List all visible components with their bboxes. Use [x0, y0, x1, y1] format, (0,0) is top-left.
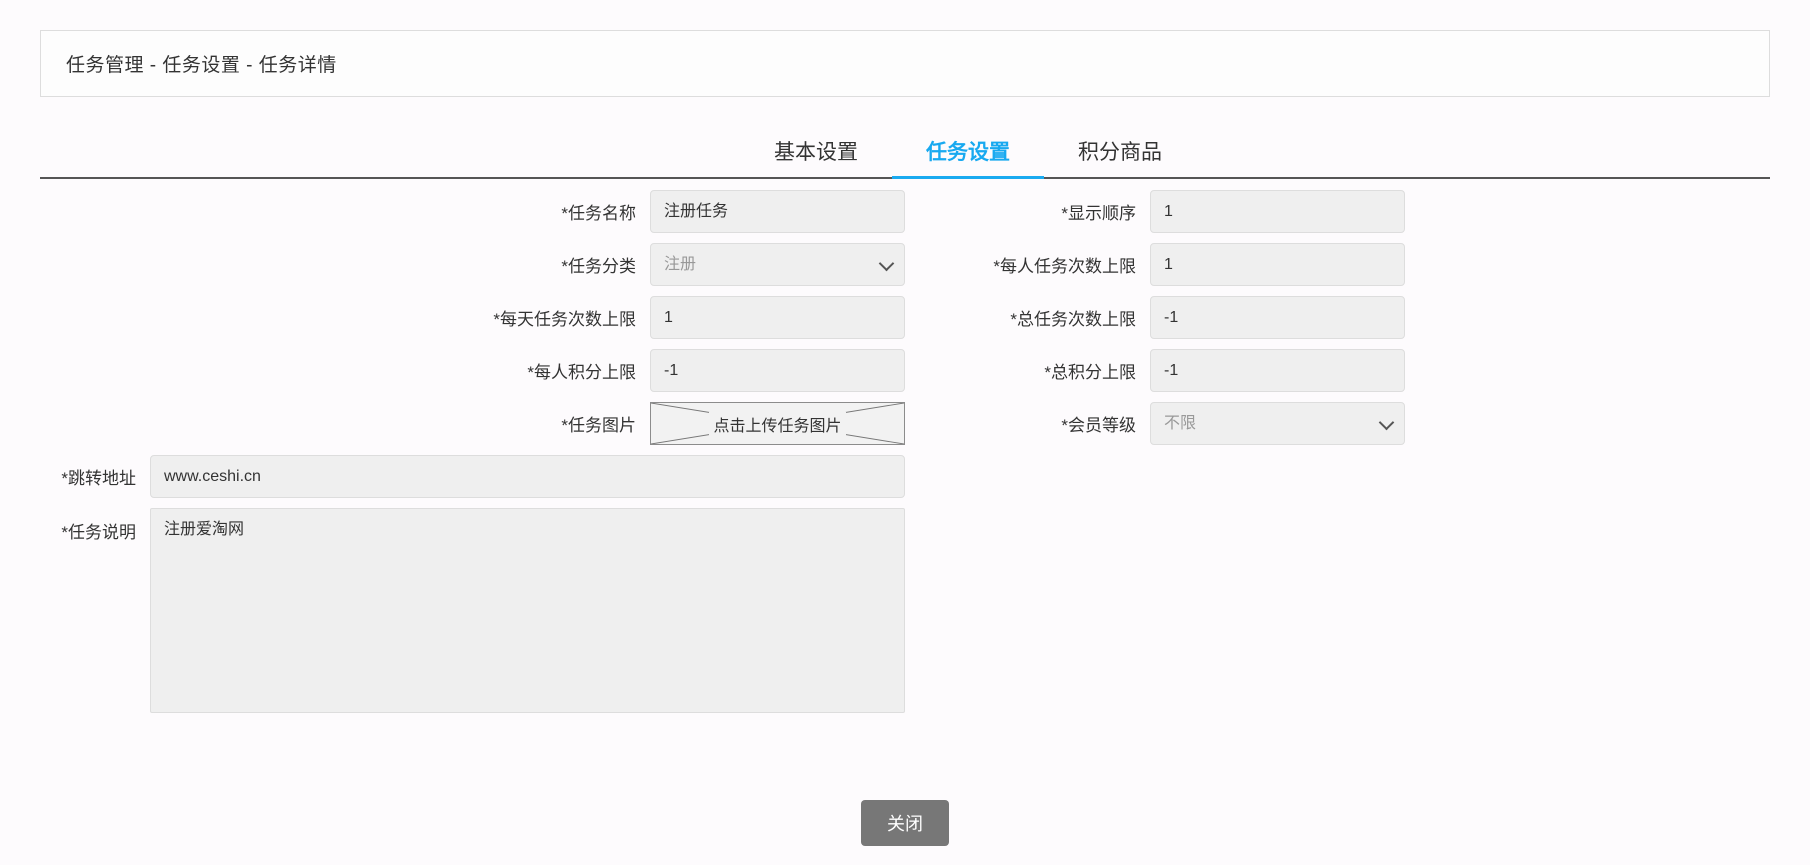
- form-row: *跳转地址 www.ceshi.cn: [0, 455, 1810, 498]
- total-task-limit-input[interactable]: -1: [1150, 296, 1405, 339]
- task-category-value: 注册: [650, 243, 905, 286]
- tab-bar: 基本设置 任务设置 积分商品: [40, 112, 1770, 179]
- breadcrumb-panel: 任务管理 - 任务设置 - 任务详情: [40, 30, 1770, 97]
- task-name-input[interactable]: 注册任务: [650, 190, 905, 233]
- form-row: *每人积分上限 -1 *总积分上限 -1: [0, 349, 1810, 392]
- per-person-point-limit-input[interactable]: -1: [650, 349, 905, 392]
- member-level-select[interactable]: 不限: [1150, 402, 1405, 445]
- close-button[interactable]: 关闭: [861, 800, 949, 846]
- form-row: *每天任务次数上限 1 *总任务次数上限 -1: [0, 296, 1810, 339]
- field-per-person-task-limit: *每人任务次数上限 1: [905, 243, 1810, 286]
- task-detail-page: 任务管理 - 任务设置 - 任务详情 基本设置 任务设置 积分商品 *任务名称 …: [0, 0, 1810, 865]
- form-row: *任务说明 注册爱淘网: [0, 508, 1810, 713]
- label-task-image: *任务图片: [561, 416, 636, 435]
- field-task-category: *任务分类 注册: [0, 243, 905, 286]
- field-display-order: *显示顺序 1: [905, 190, 1810, 233]
- label-total-task-limit: *总任务次数上限: [1010, 310, 1136, 329]
- form-row: *任务图片 点击上传任务图片 *会员等级 不限: [0, 402, 1810, 445]
- tab-basic-settings[interactable]: 基本设置: [740, 142, 892, 177]
- total-point-limit-input[interactable]: -1: [1150, 349, 1405, 392]
- field-jump-url: *跳转地址 www.ceshi.cn: [0, 455, 905, 498]
- label-per-day-task-limit: *每天任务次数上限: [493, 310, 636, 329]
- tab-task-settings[interactable]: 任务设置: [892, 142, 1044, 179]
- tab-point-goods[interactable]: 积分商品: [1044, 142, 1196, 177]
- member-level-value: 不限: [1150, 402, 1405, 445]
- field-member-level: *会员等级 不限: [905, 402, 1810, 445]
- per-person-task-limit-input[interactable]: 1: [1150, 243, 1405, 286]
- field-task-description: *任务说明 注册爱淘网: [0, 508, 905, 713]
- display-order-input[interactable]: 1: [1150, 190, 1405, 233]
- field-total-task-limit: *总任务次数上限 -1: [905, 296, 1810, 339]
- label-task-category: *任务分类: [561, 257, 636, 276]
- field-per-day-task-limit: *每天任务次数上限 1: [0, 296, 905, 339]
- per-day-task-limit-input[interactable]: 1: [650, 296, 905, 339]
- label-task-name: *任务名称: [561, 204, 636, 223]
- form-row: *任务名称 注册任务 *显示顺序 1: [0, 190, 1810, 233]
- task-image-upload[interactable]: 点击上传任务图片: [650, 402, 905, 445]
- breadcrumb: 任务管理 - 任务设置 - 任务详情: [66, 55, 337, 76]
- field-task-image: *任务图片 点击上传任务图片: [0, 402, 905, 445]
- label-jump-url: *跳转地址: [61, 469, 136, 488]
- field-task-name: *任务名称 注册任务: [0, 190, 905, 233]
- form-footer: 关闭: [0, 800, 1810, 846]
- field-total-point-limit: *总积分上限 -1: [905, 349, 1810, 392]
- task-image-alt-text: 点击上传任务图片: [709, 411, 846, 436]
- label-per-person-point-limit: *每人积分上限: [527, 363, 636, 382]
- label-member-level: *会员等级: [1061, 416, 1136, 435]
- label-display-order: *显示顺序: [1061, 204, 1136, 223]
- label-per-person-task-limit: *每人任务次数上限: [993, 257, 1136, 276]
- label-task-description: *任务说明: [61, 523, 136, 542]
- form-row: *任务分类 注册 *每人任务次数上限 1: [0, 243, 1810, 286]
- task-settings-form: *任务名称 注册任务 *显示顺序 1 *任务分类 注册 *每人任务次数上限 1: [0, 190, 1810, 723]
- jump-url-input[interactable]: www.ceshi.cn: [150, 455, 905, 498]
- task-description-textarea[interactable]: 注册爱淘网: [150, 508, 905, 713]
- task-category-select[interactable]: 注册: [650, 243, 905, 286]
- label-total-point-limit: *总积分上限: [1044, 363, 1136, 382]
- field-per-person-point-limit: *每人积分上限 -1: [0, 349, 905, 392]
